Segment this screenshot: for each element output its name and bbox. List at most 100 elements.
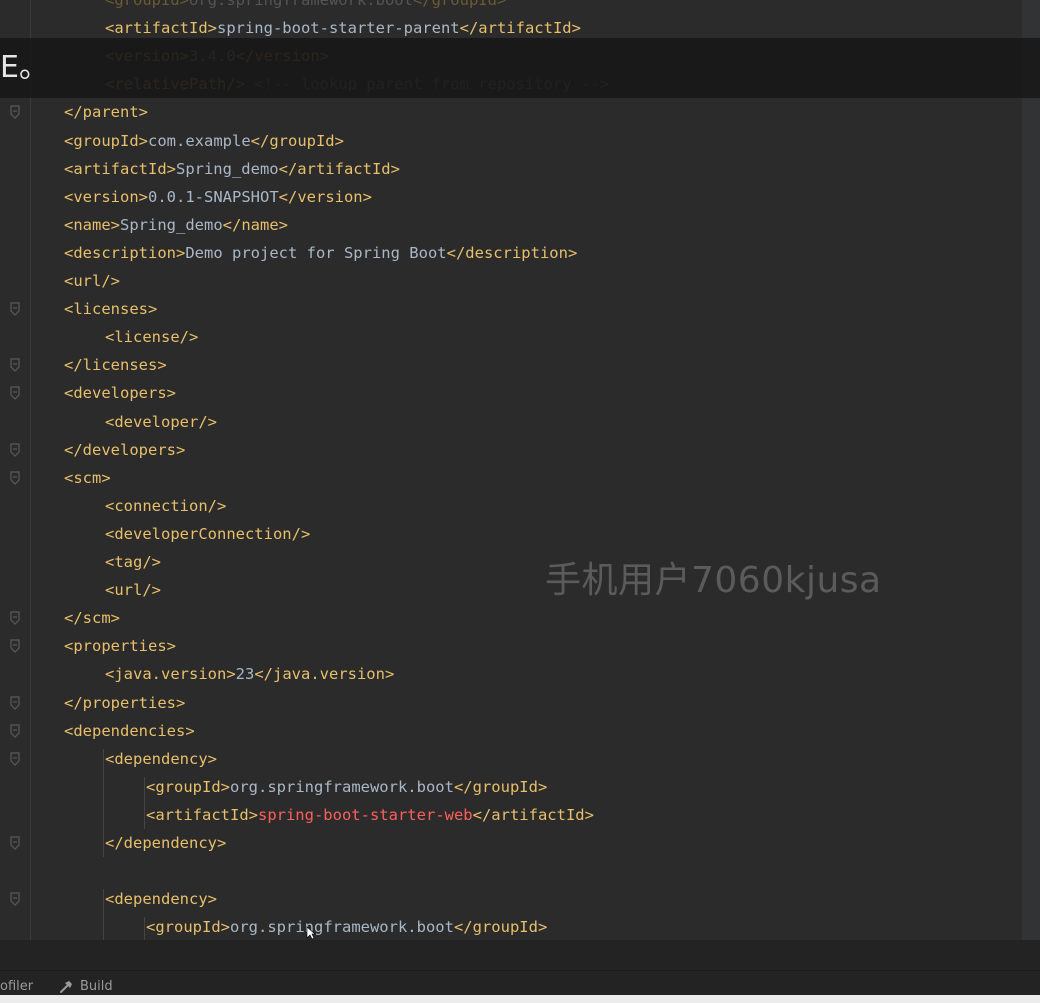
xml-tag: </developers>	[64, 440, 186, 459]
popup-overlay	[0, 38, 1040, 98]
xml-tag: <developers>	[64, 384, 176, 403]
xml-tag: <tag/>	[105, 553, 161, 571]
xml-tag: <name>	[64, 215, 120, 234]
hammer-icon	[60, 981, 72, 993]
code-line[interactable]: <version>0.0.1-SNAPSHOT</version>	[64, 183, 372, 211]
code-line[interactable]: <scm>	[64, 464, 111, 492]
xml-tag: <groupId>	[105, 0, 189, 9]
xml-text: spring-boot-starter-parent	[216, 19, 460, 38]
xml-tag: </groupId>	[453, 918, 548, 937]
status-strip	[0, 995, 1040, 1003]
code-line[interactable]: <java.version>23</java.version>	[105, 660, 394, 688]
code-line[interactable]: <groupId>org.springframework.boot</group…	[146, 773, 547, 801]
code-line[interactable]: <tag/>	[105, 548, 161, 576]
code-line[interactable]: <developer/>	[105, 408, 217, 436]
gutter-divider	[30, 0, 31, 940]
xml-tag: </groupId>	[412, 0, 507, 9]
xml-text: 23	[235, 665, 255, 684]
code-line[interactable]: <groupId>org.springframework.boot</group…	[105, 0, 506, 14]
xml-tag: </artifactId>	[459, 19, 581, 38]
xml-tag: </artifactId>	[278, 159, 400, 178]
xml-text: org.springframework.boot	[230, 777, 454, 796]
watermark: 手机用户7060kjusa	[545, 560, 882, 601]
code-line[interactable]: <dependency>	[105, 885, 217, 913]
code-line[interactable]: <description>Demo project for Spring Boo…	[64, 239, 577, 267]
code-line[interactable]: <artifactId>Spring_demo</artifactId>	[64, 155, 400, 183]
xml-tag: <developerConnection/>	[105, 524, 311, 543]
fold-marker-icon[interactable]	[9, 723, 21, 738]
mouse-cursor-icon	[306, 926, 316, 940]
xml-tag: <groupId>	[146, 777, 230, 796]
code-line[interactable]: </dependency>	[105, 829, 226, 857]
fold-marker-icon[interactable]	[9, 752, 21, 766]
xml-tag: </properties>	[64, 693, 186, 712]
xml-text: com.example	[148, 131, 251, 150]
xml-tag: <description>	[64, 243, 186, 262]
xml-text: Spring_demo	[120, 215, 223, 234]
xml-text: spring-boot-starter-web	[257, 805, 473, 824]
xml-tag: <groupId>	[146, 918, 230, 937]
code-line[interactable]: <license/>	[105, 323, 198, 351]
fold-marker-icon[interactable]	[9, 386, 21, 401]
xml-tag: </licenses>	[64, 356, 167, 375]
code-line[interactable]: <url/>	[64, 267, 120, 295]
code-line[interactable]: </scm>	[64, 604, 120, 632]
xml-tag: </dependency>	[105, 834, 227, 852]
xml-tag: <connection/>	[105, 496, 227, 515]
code-line[interactable]: </properties>	[64, 689, 185, 717]
xml-text: Spring_demo	[175, 159, 279, 178]
xml-tag: </artifactId>	[472, 805, 594, 824]
code-line[interactable]: <groupId>org.springframework.boot</group…	[146, 913, 547, 940]
code-line[interactable]: <licenses>	[64, 295, 157, 323]
xml-tag: </groupId>	[453, 777, 548, 796]
fold-marker-icon[interactable]	[9, 302, 21, 316]
xml-tag: </version>	[278, 187, 372, 206]
xml-tag: </name>	[222, 215, 288, 234]
xml-text: Demo project for Spring Boot	[185, 243, 447, 262]
code-line[interactable]: <name>Spring_demo</name>	[64, 211, 288, 239]
code-line[interactable]: <url/>	[105, 576, 161, 604]
xml-tag: <groupId>	[64, 131, 148, 150]
xml-tag: <licenses>	[64, 300, 158, 319]
overlay-text: E。	[0, 50, 49, 85]
code-line[interactable]: </developers>	[64, 436, 185, 464]
xml-tag: <dependencies>	[64, 721, 195, 740]
indent-guide	[144, 776, 145, 829]
xml-tag: <artifactId>	[64, 159, 176, 178]
xml-tag: <artifactId>	[146, 805, 258, 824]
xml-tag: </groupId>	[250, 131, 344, 150]
code-line[interactable]: <dependency>	[105, 745, 217, 773]
code-line[interactable]: <artifactId>spring-boot-starter-web</art…	[146, 801, 594, 829]
xml-tag: <developer/>	[105, 412, 217, 431]
fold-marker-icon[interactable]	[9, 836, 21, 850]
xml-tag: <dependency>	[105, 890, 217, 909]
xml-tag: <url/>	[105, 581, 161, 600]
code-line[interactable]: <developers>	[64, 379, 176, 407]
xml-tag: </description>	[446, 243, 578, 262]
code-editor[interactable]: <groupId>org.springframework.boot</group…	[0, 0, 1040, 940]
xml-tag: <java.version>	[105, 665, 236, 684]
fold-marker-icon[interactable]	[9, 105, 21, 120]
fold-marker-icon[interactable]	[9, 358, 21, 373]
fold-marker-icon[interactable]	[9, 611, 21, 626]
fold-marker-icon[interactable]	[9, 695, 21, 710]
xml-text: org.springframework.boot	[230, 918, 454, 937]
xml-text: 0.0.1-SNAPSHOT	[148, 187, 279, 206]
code-line[interactable]: <properties>	[64, 632, 176, 660]
fold-marker-icon[interactable]	[9, 639, 21, 654]
code-line[interactable]: </licenses>	[64, 351, 167, 379]
code-line[interactable]: <connection/>	[105, 492, 226, 520]
code-line[interactable]: <dependencies>	[64, 717, 195, 745]
bottom-tool-window-bar	[0, 940, 1040, 1003]
fold-marker-icon[interactable]	[9, 892, 21, 907]
xml-tag: </parent>	[64, 103, 148, 122]
editor-scrollbar[interactable]	[1022, 0, 1040, 940]
indent-guide	[103, 889, 104, 940]
fold-marker-icon[interactable]	[9, 442, 21, 457]
xml-tag: </scm>	[64, 609, 120, 628]
code-line[interactable]: </parent>	[64, 98, 148, 126]
fold-marker-icon[interactable]	[9, 471, 21, 485]
code-line[interactable]: <developerConnection/>	[105, 520, 310, 548]
xml-tag: <artifactId>	[105, 19, 217, 38]
code-line[interactable]: <groupId>com.example</groupId>	[64, 127, 344, 155]
